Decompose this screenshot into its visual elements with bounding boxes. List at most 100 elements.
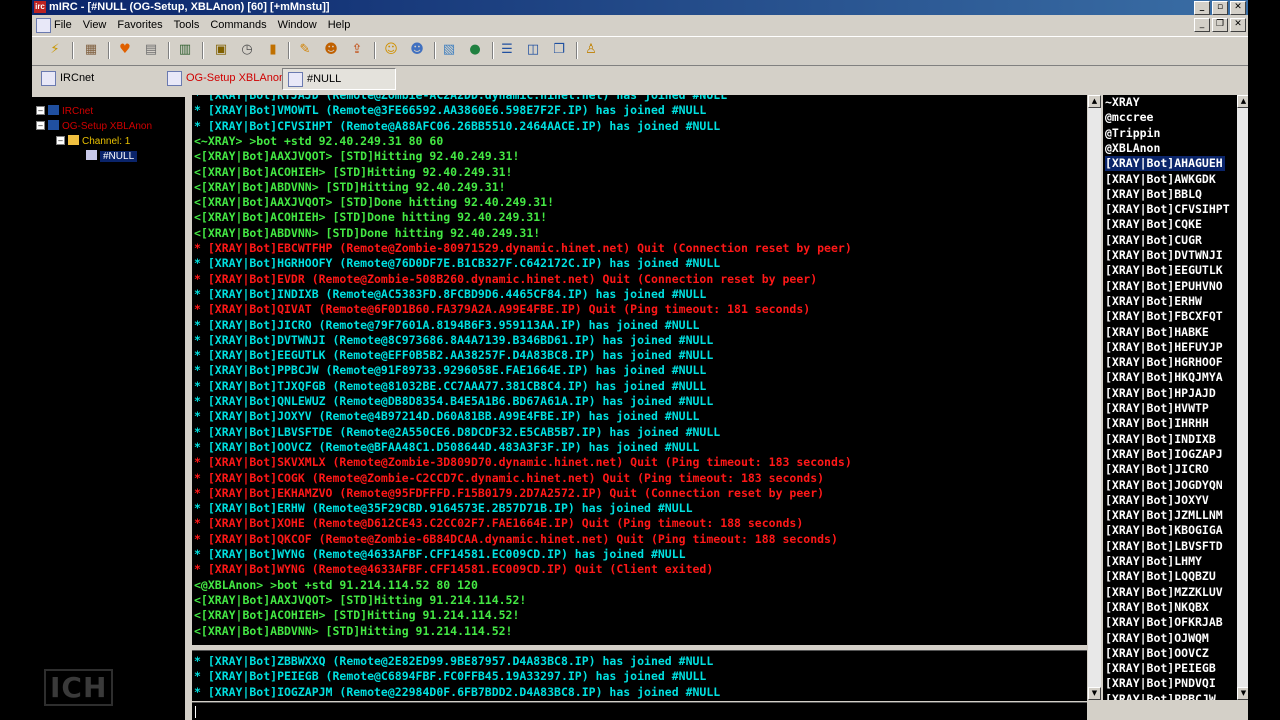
nicklist-item[interactable]: [XRAY|Bot]LQQBZU xyxy=(1105,569,1216,584)
tree-item-og-setup[interactable]: – OG-Setup XBLAnon xyxy=(36,120,152,134)
channel-central-icon[interactable]: ☺ xyxy=(382,41,400,59)
chat-scrollbar[interactable]: ▲ ▼ xyxy=(1088,95,1101,700)
child-close-button[interactable]: ✕ xyxy=(1230,18,1246,32)
nicklist-item[interactable]: [XRAY|Bot]JICRO xyxy=(1105,462,1209,477)
message-input[interactable] xyxy=(192,702,1087,720)
nicklist-item[interactable]: [XRAY|Bot]HEFUYJP xyxy=(1105,340,1223,355)
scroll-up-arrow-icon[interactable]: ▲ xyxy=(1088,95,1101,108)
scripts-icon[interactable]: ⇪ xyxy=(348,41,366,59)
nicklist-item[interactable]: [XRAY|Bot]CFVSIHPT xyxy=(1105,202,1230,217)
nicklist-item[interactable]: [XRAY|Bot]EPUHVNO xyxy=(1105,279,1223,294)
nicklist-item[interactable]: [XRAY|Bot]FBCXFQT xyxy=(1105,309,1223,324)
tile-horizontal-icon[interactable]: ☰ xyxy=(498,41,516,59)
collapse-icon[interactable]: – xyxy=(36,121,45,130)
nicklist-item[interactable]: [XRAY|Bot]CQKE xyxy=(1105,217,1202,232)
child-window-icon[interactable] xyxy=(36,18,51,33)
favorites-icon[interactable]: ♥ xyxy=(116,41,134,59)
nicklist-item[interactable]: [XRAY|Bot]LHMY xyxy=(1105,554,1202,569)
menu-help[interactable]: Help xyxy=(328,19,351,31)
nicklist-item[interactable]: @Trippin xyxy=(1105,126,1160,141)
nicklist-item[interactable]: [XRAY|Bot]EEGUTLK xyxy=(1105,263,1223,278)
tree-item-ircnet[interactable]: – IRCnet xyxy=(36,105,93,119)
nicklist-item[interactable]: [XRAY|Bot]ERHW xyxy=(1105,294,1202,309)
nicklist[interactable]: ~XRAY @mccree @Trippin @XBLAnon [XRAY|Bot]AH… xyxy=(1103,95,1237,700)
nicklist-item[interactable]: ~XRAY xyxy=(1105,95,1140,110)
toolbar: ⚡ ▦ ♥ ▤ ▥ ▣ ◷ ▮ ✎ ☻ ⇪ ☺ ☻ ▧ ● ☰ ◫ ❐ ♙ xyxy=(32,36,1248,66)
nicklist-item[interactable]: [XRAY|Bot]JOGDYQN xyxy=(1105,478,1223,493)
scroll-down-arrow-icon[interactable]: ▼ xyxy=(1237,687,1248,700)
nicklist-item[interactable]: [XRAY|Bot]OOVCZ xyxy=(1105,646,1209,661)
nicklist-item[interactable]: [XRAY|Bot]IOGZAPJ xyxy=(1105,447,1223,462)
nicklist-item[interactable]: [XRAY|Bot]OFKRJAB xyxy=(1105,615,1223,630)
scroll-up-arrow-icon[interactable]: ▲ xyxy=(1237,95,1248,108)
menu-window[interactable]: Window xyxy=(278,19,317,31)
mirc-window: irc mIRC - [#NULL (OG-Setup, XBLAnon) [6… xyxy=(32,0,1248,720)
title-bar[interactable]: irc mIRC - [#NULL (OG-Setup, XBLAnon) [6… xyxy=(32,0,1248,15)
nicklist-item[interactable]: [XRAY|Bot]HKQJMYA xyxy=(1105,370,1223,385)
nicklist-item[interactable]: [XRAY|Bot]CUGR xyxy=(1105,233,1202,248)
urls-list-icon[interactable]: ☻ xyxy=(322,41,340,59)
menu-file[interactable]: File xyxy=(54,19,72,31)
tree-item-null[interactable]: #NULL xyxy=(86,150,138,164)
nicklist-item[interactable]: [XRAY|Bot]JOXYV xyxy=(1105,493,1209,508)
channel-chat-pane[interactable]: * [XRAY|Bot]RTJAJD (Remote@Zombie-AC2A2D… xyxy=(192,95,1087,645)
nicklist-item[interactable]: [XRAY|Bot]INDIXB xyxy=(1105,432,1216,447)
contacts-icon[interactable]: ☻ xyxy=(408,41,426,59)
server-icon xyxy=(48,120,59,130)
maximize-button[interactable]: ▫ xyxy=(1212,1,1228,15)
chat-line: * [XRAY|Bot]QNLEWUZ (Remote@DB8D8354.B4E… xyxy=(194,394,714,408)
nicklist-item[interactable]: [XRAY|Bot]PNDVQI xyxy=(1105,676,1216,691)
nicklist-item[interactable]: [XRAY|Bot]JZMLLNM xyxy=(1105,508,1223,523)
child-minimize-button[interactable]: _ xyxy=(1194,18,1210,32)
nicklist-item[interactable]: [XRAY|Bot]AHAGUEH xyxy=(1105,156,1225,172)
child-restore-button[interactable]: ❐ xyxy=(1212,18,1228,32)
collapse-icon[interactable]: – xyxy=(56,136,65,145)
nicklist-item[interactable]: [XRAY|Bot]NKQBX xyxy=(1105,600,1209,615)
tile-vertical-icon[interactable]: ◫ xyxy=(524,41,542,59)
nicklist-item[interactable]: [XRAY|Bot]LBVSFTD xyxy=(1105,539,1223,554)
colors-icon[interactable]: ▮ xyxy=(264,41,282,59)
nicklist-item[interactable]: [XRAY|Bot]HABKE xyxy=(1105,325,1209,340)
switch-ircnet[interactable]: IRCnet xyxy=(36,68,160,88)
logs-icon[interactable]: ● xyxy=(466,41,484,59)
tree-item-channel-folder[interactable]: – Channel: 1 xyxy=(56,135,130,149)
nicklist-item[interactable]: [XRAY|Bot]DVTWNJI xyxy=(1105,248,1223,263)
nicklist-item[interactable]: [XRAY|Bot]MZZKLUV xyxy=(1105,585,1223,600)
help-icon[interactable]: ♙ xyxy=(582,41,600,59)
minimize-button[interactable]: _ xyxy=(1194,1,1210,15)
nicklist-item[interactable]: [XRAY|Bot]AWKGDK xyxy=(1105,172,1216,187)
menu-view[interactable]: View xyxy=(83,19,107,31)
connect-icon[interactable]: ⚡ xyxy=(46,41,64,59)
options-icon[interactable]: ▦ xyxy=(82,41,100,59)
nicklist-item[interactable]: [XRAY|Bot]PEIEGB xyxy=(1105,661,1216,676)
switch-null-channel[interactable]: #NULL xyxy=(282,68,396,90)
nicklist-item[interactable]: [XRAY|Bot]OJWQM xyxy=(1105,631,1209,646)
scroll-down-arrow-icon[interactable]: ▼ xyxy=(1088,687,1101,700)
menu-commands[interactable]: Commands xyxy=(210,19,266,31)
nicklist-item[interactable]: [XRAY|Bot]BBLQ xyxy=(1105,187,1202,202)
timer-icon[interactable]: ◷ xyxy=(238,41,256,59)
menu-favorites[interactable]: Favorites xyxy=(117,19,162,31)
chat-line: * [XRAY|Bot]VMOWTL (Remote@3FE66592.AA38… xyxy=(194,103,707,118)
address-book-icon[interactable]: ▥ xyxy=(176,41,194,59)
notify-list-icon[interactable]: ✎ xyxy=(296,41,314,59)
nicklist-scrollbar[interactable]: ▲ ▼ xyxy=(1237,95,1248,700)
cascade-icon[interactable]: ❐ xyxy=(550,41,568,59)
nicklist-item[interactable]: [XRAY|Bot]PPBCJW xyxy=(1105,692,1216,700)
nicklist-item[interactable]: [XRAY|Bot]HGRHOOF xyxy=(1105,355,1223,370)
nicklist-item[interactable]: [XRAY|Bot]HVWTP xyxy=(1105,401,1209,416)
watermark-logo: ICH xyxy=(44,669,114,706)
nicklist-item[interactable]: @XBLAnon xyxy=(1105,141,1160,156)
nicklist-item[interactable]: [XRAY|Bot]HPJAJD xyxy=(1105,386,1216,401)
channels-list-icon[interactable]: ▤ xyxy=(142,41,160,59)
dcc-send-icon[interactable]: ▣ xyxy=(212,41,230,59)
nicklist-item[interactable]: [XRAY|Bot]IHRHH xyxy=(1105,416,1209,431)
nicklist-item[interactable]: @mccree xyxy=(1105,110,1153,125)
nicklist-item[interactable]: [XRAY|Bot]KBOGIGA xyxy=(1105,523,1223,538)
menu-tools[interactable]: Tools xyxy=(174,19,200,31)
close-button[interactable]: ✕ xyxy=(1230,1,1246,15)
received-files-icon[interactable]: ▧ xyxy=(440,41,458,59)
channel-icon xyxy=(86,150,97,160)
collapse-icon[interactable]: – xyxy=(36,106,45,115)
split-chat-pane[interactable]: * [XRAY|Bot]ZBBWXXQ (Remote@2E82ED99.9BE… xyxy=(192,650,1087,701)
